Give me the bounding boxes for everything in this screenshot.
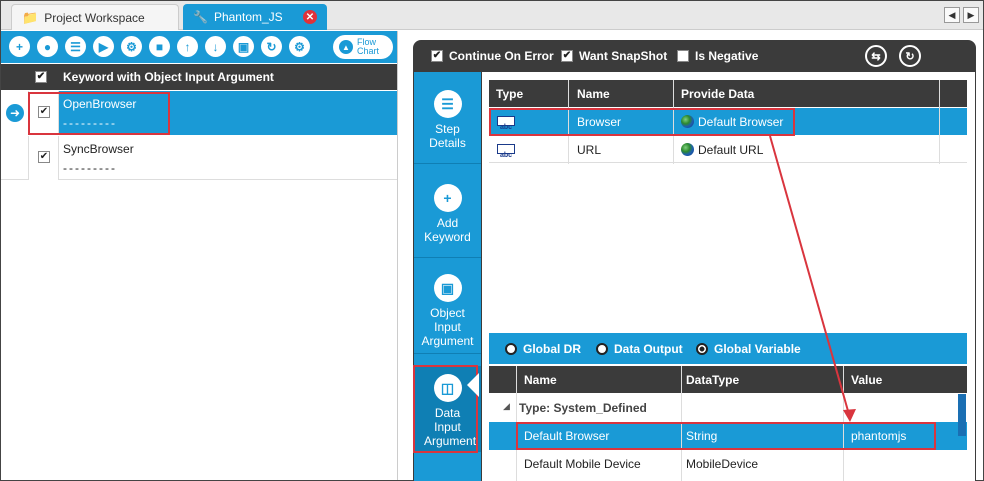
connector-arrow: [769, 135, 856, 422]
